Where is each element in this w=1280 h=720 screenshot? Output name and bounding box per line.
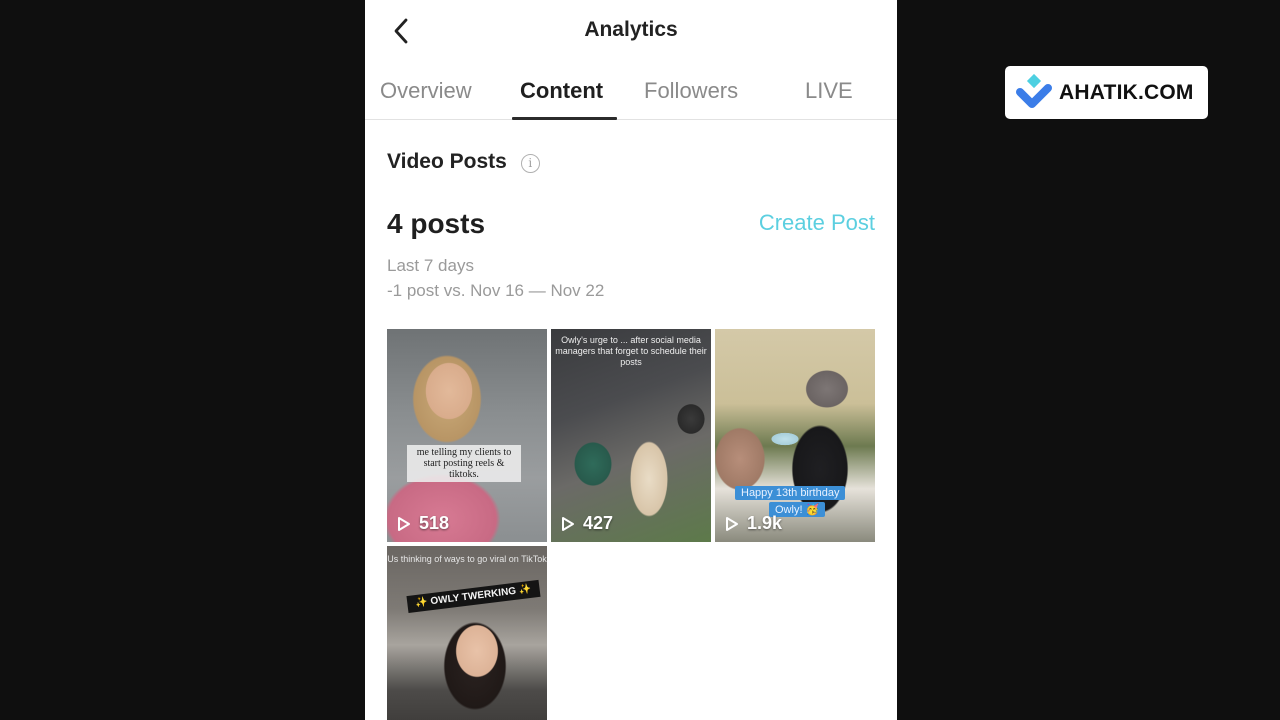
view-count: 427 (561, 513, 613, 534)
view-count: 518 (397, 513, 449, 534)
tab-live[interactable]: LIVE (805, 78, 853, 104)
info-icon[interactable]: i (520, 154, 540, 173)
analytics-screen: Analytics Overview Content Followers LIV… (365, 0, 897, 720)
view-count-value: 1.9k (747, 513, 783, 533)
video-thumbnail[interactable]: Happy 13th birthday Owly! 🥳 1.9k (715, 329, 875, 542)
video-grid: me telling my clients to start posting r… (387, 329, 875, 720)
create-post-link[interactable]: Create Post (759, 210, 875, 236)
period-label: Last 7 days (387, 256, 474, 275)
stage: Analytics Overview Content Followers LIV… (0, 0, 1280, 720)
tab-bar: Overview Content Followers LIVE (365, 62, 897, 120)
view-count: 1.9k (725, 513, 782, 534)
tab-followers[interactable]: Followers (644, 78, 738, 104)
brand-logo-icon (1016, 73, 1052, 108)
video-caption: Us thinking of ways to go viral on TikTo… (387, 554, 547, 564)
play-icon (562, 516, 574, 531)
view-count-value: 518 (419, 513, 450, 533)
video-caption-line1: Happy 13th birthday (735, 486, 846, 500)
view-count-value: 427 (583, 513, 614, 533)
section-title: Video Posts (387, 150, 507, 173)
comparison-label: -1 post vs. Nov 16 — Nov 22 (387, 281, 605, 300)
play-icon (726, 516, 738, 531)
tab-overview[interactable]: Overview (380, 78, 472, 104)
posts-count: 4 posts (387, 208, 486, 239)
video-thumbnail[interactable]: Us thinking of ways to go viral on TikTo… (387, 546, 547, 720)
play-icon (398, 516, 410, 531)
video-posts-header: Video Posts i (387, 150, 540, 174)
video-caption: me telling my clients to start posting r… (407, 445, 521, 482)
brand-name: AHATIK.COM (1059, 80, 1194, 104)
top-bar: Analytics (365, 0, 897, 62)
active-tab-indicator (512, 117, 617, 120)
tab-content[interactable]: Content (520, 78, 603, 104)
thumbnail-image (387, 329, 547, 542)
video-caption: Owly's urge to ... after social media ma… (555, 335, 707, 367)
brand-watermark: AHATIK.COM (1005, 66, 1208, 119)
page-title: Analytics (584, 18, 678, 41)
video-thumbnail[interactable]: me telling my clients to start posting r… (387, 329, 547, 542)
thumbnail-image (387, 546, 547, 720)
video-thumbnail[interactable]: Owly's urge to ... after social media ma… (551, 329, 711, 542)
